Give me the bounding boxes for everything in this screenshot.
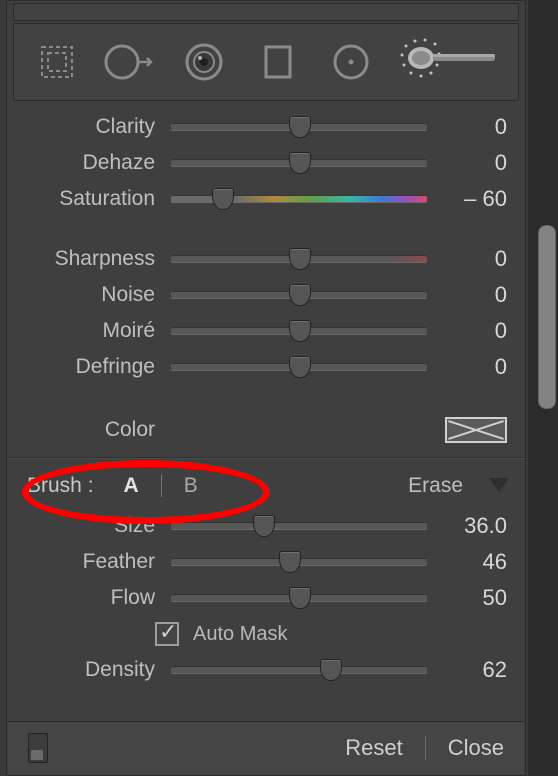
label-defringe: Defringe — [7, 355, 171, 379]
row-feather: Feather 46 — [7, 544, 525, 580]
label-density: Density — [7, 658, 171, 682]
brush-collapse-icon[interactable] — [489, 478, 509, 492]
footer-divider — [425, 736, 426, 760]
thumb-saturation[interactable] — [212, 188, 234, 210]
slider-feather[interactable] — [171, 544, 427, 580]
slider-dehaze[interactable] — [171, 145, 427, 181]
label-brush: Brush : — [27, 474, 94, 498]
label-noise: Noise — [7, 283, 171, 307]
label-clarity: Clarity — [7, 115, 171, 139]
thumb-feather[interactable] — [279, 551, 301, 573]
scrollbar-thumb[interactable] — [538, 225, 556, 409]
thumb-defringe[interactable] — [289, 356, 311, 378]
slider-size[interactable] — [171, 508, 427, 544]
thumb-flow[interactable] — [289, 587, 311, 609]
row-size: Size 36.0 — [7, 508, 525, 544]
label-flow: Flow — [7, 586, 171, 610]
thumb-sharpness[interactable] — [289, 248, 311, 270]
row-density: Density 62 — [7, 652, 525, 688]
panel-toggle-switch[interactable] — [28, 733, 48, 763]
value-saturation[interactable]: – 60 — [427, 186, 507, 212]
row-clarity: Clarity 0 — [7, 109, 525, 145]
thumb-noise[interactable] — [289, 284, 311, 306]
value-clarity[interactable]: 0 — [427, 114, 507, 140]
crop-tool-icon[interactable] — [27, 32, 87, 92]
label-automask: Auto Mask — [193, 623, 287, 646]
row-flow: Flow 50 — [7, 580, 525, 616]
section-separator — [7, 457, 525, 458]
thumb-size[interactable] — [253, 515, 275, 537]
value-feather[interactable]: 46 — [427, 549, 507, 575]
slider-saturation[interactable] — [171, 181, 427, 217]
label-feather: Feather — [7, 550, 171, 574]
scrollbar-track[interactable] — [528, 0, 558, 776]
slider-flow[interactable] — [171, 580, 427, 616]
row-noise: Noise 0 — [7, 277, 525, 313]
brush-b-button[interactable]: B — [184, 474, 198, 498]
close-button[interactable]: Close — [448, 735, 504, 761]
label-saturation: Saturation — [7, 187, 171, 211]
slider-moire[interactable] — [171, 313, 427, 349]
label-color: Color — [7, 418, 171, 442]
row-color: Color — [7, 409, 525, 451]
label-moire: Moiré — [7, 319, 171, 343]
checkbox-automask[interactable]: ✓ — [155, 622, 179, 646]
value-dehaze[interactable]: 0 — [427, 150, 507, 176]
panel-header-stub — [13, 3, 519, 21]
brush-a-button[interactable]: A — [124, 474, 139, 498]
value-size[interactable]: 36.0 — [427, 513, 507, 539]
slider-clarity[interactable] — [171, 109, 427, 145]
label-size: Size — [7, 514, 171, 538]
row-dehaze: Dehaze 0 — [7, 145, 525, 181]
color-swatch[interactable] — [445, 417, 507, 443]
value-density[interactable]: 62 — [427, 657, 507, 683]
value-sharpness[interactable]: 0 — [427, 246, 507, 272]
develop-panel: Clarity 0 Dehaze 0 Saturation – 60 — [6, 0, 526, 776]
adjustment-brush-icon[interactable] — [395, 32, 505, 92]
slider-density[interactable] — [171, 652, 427, 688]
radial-filter-icon[interactable] — [321, 32, 381, 92]
thumb-moire[interactable] — [289, 320, 311, 342]
brush-ab-divider — [161, 475, 162, 497]
value-defringe[interactable]: 0 — [427, 354, 507, 380]
thumb-dehaze[interactable] — [289, 152, 311, 174]
value-flow[interactable]: 50 — [427, 585, 507, 611]
row-saturation: Saturation – 60 — [7, 181, 525, 217]
brush-erase-button[interactable]: Erase — [408, 474, 463, 498]
row-moire: Moiré 0 — [7, 313, 525, 349]
row-sharpness: Sharpness 0 — [7, 241, 525, 277]
row-defringe: Defringe 0 — [7, 349, 525, 385]
label-sharpness: Sharpness — [7, 247, 171, 271]
label-dehaze: Dehaze — [7, 151, 171, 175]
slider-defringe[interactable] — [171, 349, 427, 385]
row-brush-select: Brush : A B Erase — [7, 464, 525, 508]
slider-sharpness[interactable] — [171, 241, 427, 277]
row-automask: ✓ Auto Mask — [7, 616, 525, 652]
reset-button[interactable]: Reset — [345, 735, 402, 761]
slider-noise[interactable] — [171, 277, 427, 313]
redeye-tool-icon[interactable] — [174, 32, 234, 92]
tool-strip — [13, 23, 519, 101]
spot-removal-icon[interactable] — [100, 32, 160, 92]
thumb-density[interactable] — [320, 659, 342, 681]
thumb-clarity[interactable] — [289, 116, 311, 138]
graduated-filter-icon[interactable] — [248, 32, 308, 92]
value-moire[interactable]: 0 — [427, 318, 507, 344]
panel-footer: Reset Close — [8, 721, 524, 774]
value-noise[interactable]: 0 — [427, 282, 507, 308]
